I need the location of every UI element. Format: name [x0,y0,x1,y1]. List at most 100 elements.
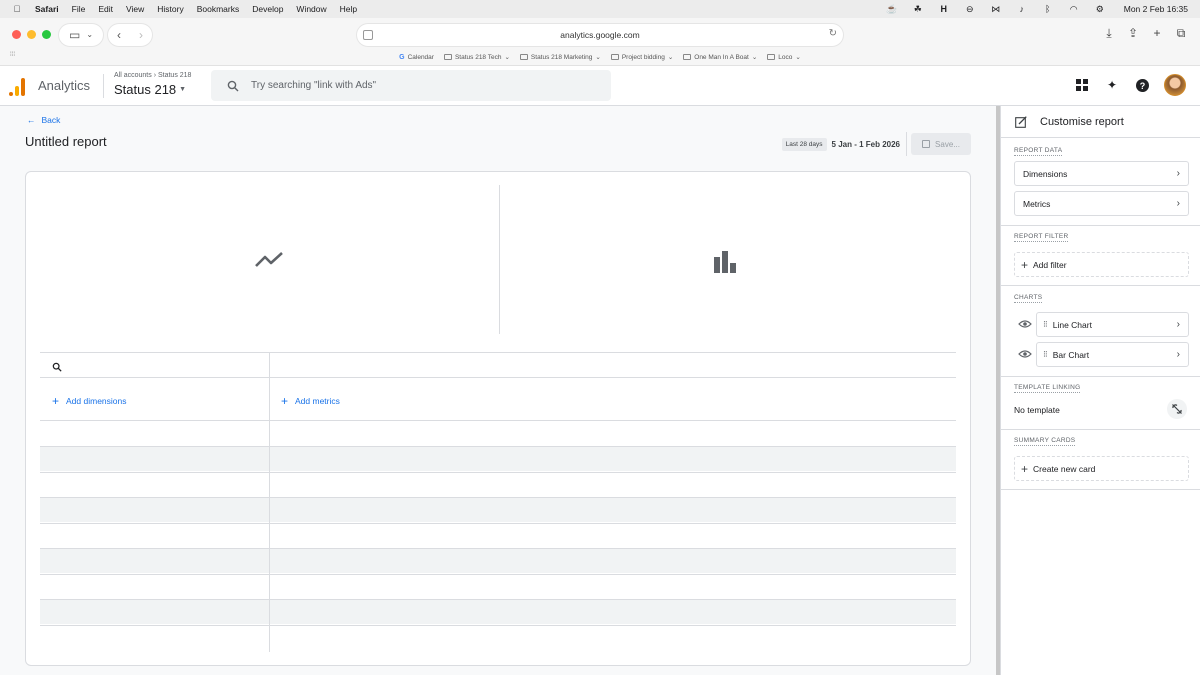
menu-safari[interactable]: Safari [35,4,59,14]
dimensions-button[interactable]: Dimensions › [1014,161,1189,186]
menu-file[interactable]: File [72,4,86,14]
chevron-right-icon: › [1176,319,1180,330]
creative-cloud-icon[interactable]: ☘ [912,3,924,15]
menubar-clock[interactable]: Mon 2 Feb 16:35 [1124,4,1188,14]
line-chart-button[interactable]: ⁝⁝ Line Chart › [1036,312,1189,337]
section-divider [1001,285,1200,286]
site-settings-icon[interactable] [363,30,373,40]
reload-icon[interactable]: ↻ [829,28,837,39]
menu-window[interactable]: Window [296,4,326,14]
section-divider [1001,489,1200,490]
dimensions-label: Dimensions [1023,168,1068,179]
sidebar-toggle[interactable]: ▭ ⌄ [59,24,103,46]
analytics-logo-icon[interactable] [9,76,25,96]
create-card-label: Create new card [1033,463,1096,474]
metrics-label: Metrics [1023,198,1051,209]
menu-develop[interactable]: Develop [252,4,283,14]
table-row-border [40,446,956,447]
teapot-icon[interactable]: ☕ [886,3,898,15]
bluetooth-icon[interactable]: ᛒ [1042,3,1054,15]
zoom-window-button[interactable] [42,30,51,39]
chart-divider [499,185,500,334]
product-name[interactable]: Analytics [38,78,90,93]
chart-label: Bar Chart [1052,349,1090,360]
forward-arrow-icon[interactable]: › [139,29,143,41]
butterfly-icon[interactable]: ⋈ [990,3,1002,15]
analytics-header: Analytics All accounts › Status 218 Stat… [0,66,1200,106]
tab-overview-icon[interactable]: ⧉ [1174,26,1188,40]
drag-handle-icon[interactable]: ⁝⁝ [1043,319,1048,330]
eye-icon[interactable] [1018,319,1032,329]
eye-icon[interactable] [1018,349,1032,359]
menu-edit[interactable]: Edit [98,4,113,14]
vpn-icon[interactable]: ⊖ [964,3,976,15]
metrics-button[interactable]: Metrics › [1014,191,1189,216]
back-arrow-icon[interactable]: ‹ [117,29,121,41]
crumb-all-accounts: All accounts [114,72,152,79]
plus-icon: + [281,394,289,408]
share-icon[interactable]: ⇪ [1126,26,1140,40]
save-button[interactable]: Save... [911,133,971,155]
crumb-account: Status 218 [157,72,192,79]
property-name: Status 218 [114,82,177,97]
add-metrics-button[interactable]: + Add metrics [281,395,340,407]
page-title[interactable]: Untitled report [25,134,107,149]
menu-help[interactable]: Help [340,4,357,14]
menu-bookmarks[interactable]: Bookmarks [197,4,240,14]
menu-view[interactable]: View [126,4,144,14]
bookmark-folder-marketing[interactable]: Status 218 Marketing ⌄ [519,51,601,63]
folder-icon [610,54,619,60]
history-nav: ‹ › [108,24,152,46]
toolbar-divider [906,132,907,156]
apps-grid-icon[interactable] [1074,77,1090,93]
toolbar-actions: ⤓ ⇪ + ⧉ [1102,26,1188,41]
avatar[interactable] [1164,74,1186,96]
account-breadcrumb[interactable]: All accounts › Status 218 [114,72,191,79]
link-off-icon[interactable] [1167,399,1187,419]
search-icon[interactable] [52,362,62,372]
control-center-icon[interactable]: ⚙ [1094,3,1106,15]
summary-cards-label: SUMMARY CARDS [1014,437,1076,446]
bookmark-calendar[interactable]: G Calendar [399,51,434,63]
wifi-icon[interactable]: ◠ [1068,3,1080,15]
bookmark-folder-tech[interactable]: Status 218 Tech ⌄ [443,51,510,63]
folder-icon [443,54,452,60]
bookmark-label: Loco [778,53,793,61]
sparkle-insights-icon[interactable]: ✦ [1104,77,1120,93]
back-label: Back [41,115,61,125]
add-dimensions-button[interactable]: + Add dimensions [52,395,127,407]
close-window-button[interactable] [12,30,21,39]
plus-icon: + [1021,461,1029,476]
chevron-down-icon: ⌄ [667,54,674,61]
bookmark-folder-boat[interactable]: One Man In A Boat ⌄ [683,51,757,63]
table-row [40,497,956,522]
menu-history[interactable]: History [157,4,183,14]
bookmark-folder-bidding[interactable]: Project bidding ⌄ [610,51,674,63]
h-app-icon[interactable]: H [938,3,950,15]
search-icon [227,80,239,91]
search-input[interactable]: Try searching "link with Ads" [211,70,611,101]
drag-handle-icon[interactable]: ⁝⁝ [1043,349,1048,360]
property-picker[interactable]: Status 218 ▼ [114,82,186,97]
audio-icon[interactable]: ♪ [1016,3,1028,15]
chevron-down-icon: ⌄ [595,54,601,61]
date-range-chip: Last 28 days [781,138,827,151]
new-tab-icon[interactable]: + [1150,26,1164,40]
help-icon[interactable]: ? [1134,77,1150,93]
create-card-button[interactable]: + Create new card [1014,456,1189,481]
bar-chart-button[interactable]: ⁝⁝ Bar Chart › [1036,342,1189,367]
apple-menu-icon[interactable]:  [12,4,22,14]
minimize-window-button[interactable] [27,30,36,39]
bookmark-folder-loco[interactable]: Loco ⌄ [767,51,801,63]
table-border [40,352,956,353]
date-range-picker[interactable]: Last 28 days 5 Jan - 1 Feb 2026 [781,138,900,151]
chart-item-bar: ⁝⁝ Bar Chart › [1014,342,1189,367]
address-bar[interactable]: analytics.google.com ↻ [357,24,843,46]
download-icon[interactable]: ⤓ [1102,26,1116,40]
section-divider [1001,376,1200,377]
table-row [40,421,956,446]
back-link[interactable]: ← Back [27,115,60,125]
window-controls [12,30,51,39]
add-dimensions-label: Add dimensions [66,396,127,406]
add-filter-button[interactable]: + Add filter [1014,252,1189,277]
